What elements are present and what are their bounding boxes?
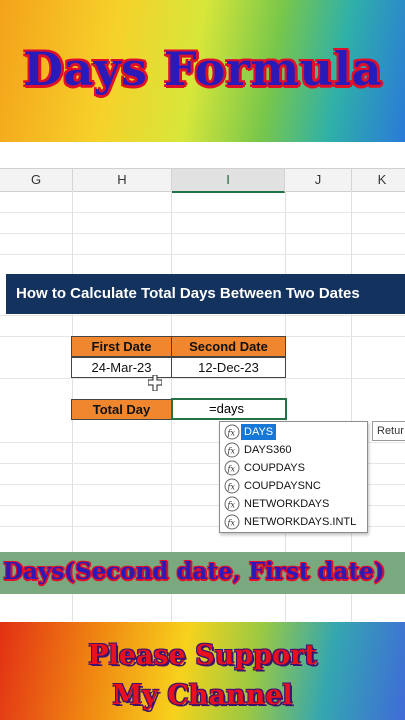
formula-hint-text: Days(Second date, First date) bbox=[3, 558, 385, 585]
grid-line bbox=[0, 212, 405, 213]
autocomplete-item-label: NETWORKDAYS.INTL bbox=[244, 516, 357, 528]
autocomplete-item-days[interactable]: fx DAYS bbox=[220, 423, 367, 441]
autocomplete-item-networkdays-intl[interactable]: fx NETWORKDAYS.INTL bbox=[220, 513, 367, 531]
function-icon: fx bbox=[224, 442, 240, 458]
second-date-header-cell[interactable]: Second Date bbox=[171, 336, 286, 357]
svg-text:fx: fx bbox=[227, 465, 236, 474]
autocomplete-item-label: DAYS360 bbox=[244, 444, 292, 456]
grid-line bbox=[0, 254, 405, 255]
video-title: Days Formula bbox=[23, 42, 382, 96]
svg-text:fx: fx bbox=[227, 447, 236, 456]
first-date-header-cell[interactable]: First Date bbox=[71, 336, 172, 357]
column-header-k[interactable]: K bbox=[352, 169, 405, 191]
function-tooltip: Retur bbox=[372, 421, 405, 441]
autocomplete-item-networkdays[interactable]: fx NETWORKDAYS bbox=[220, 495, 367, 513]
grid-line bbox=[0, 233, 405, 234]
autocomplete-item-label: COUPDAYS bbox=[244, 462, 305, 474]
grid-line bbox=[0, 378, 405, 379]
autocomplete-item-label: COUPDAYSNC bbox=[244, 480, 321, 492]
total-day-label-cell[interactable]: Total Day bbox=[71, 399, 172, 420]
spreadsheet-area: G H I J K How to Calculate Total Days Be… bbox=[0, 142, 405, 622]
active-formula-cell[interactable]: =days bbox=[171, 398, 287, 420]
autocomplete-item-coupdays[interactable]: fx COUPDAYS bbox=[220, 459, 367, 477]
title-band-text: How to Calculate Total Days Between Two … bbox=[16, 285, 360, 302]
svg-text:fx: fx bbox=[227, 483, 236, 492]
function-icon: fx bbox=[224, 460, 240, 476]
function-autocomplete-list: fx DAYS fx DAYS360 fx COUPDAYS fx COUPDA… bbox=[219, 421, 368, 533]
svg-text:fx: fx bbox=[227, 519, 236, 528]
column-header-h[interactable]: H bbox=[73, 169, 172, 191]
autocomplete-item-coupdaysnc[interactable]: fx COUPDAYSNC bbox=[220, 477, 367, 495]
cursor-cross-icon bbox=[148, 375, 162, 391]
support-text-line2: My Channel bbox=[112, 680, 293, 711]
function-icon: fx bbox=[224, 424, 240, 440]
support-text-line1: Please Support bbox=[88, 640, 317, 671]
column-header-i[interactable]: I bbox=[172, 169, 285, 193]
column-header-g[interactable]: G bbox=[0, 169, 73, 191]
second-date-value-cell[interactable]: 12-Dec-23 bbox=[171, 357, 286, 378]
function-icon: fx bbox=[224, 478, 240, 494]
grid-line bbox=[0, 315, 405, 316]
svg-text:fx: fx bbox=[227, 429, 236, 438]
svg-text:fx: fx bbox=[227, 501, 236, 510]
function-icon: fx bbox=[224, 514, 240, 530]
function-icon: fx bbox=[224, 496, 240, 512]
autocomplete-item-days360[interactable]: fx DAYS360 bbox=[220, 441, 367, 459]
autocomplete-item-label: NETWORKDAYS bbox=[244, 498, 330, 510]
column-header-row: G H I J K bbox=[0, 168, 405, 193]
column-header-j[interactable]: J bbox=[285, 169, 352, 191]
autocomplete-item-label: DAYS bbox=[241, 424, 277, 440]
